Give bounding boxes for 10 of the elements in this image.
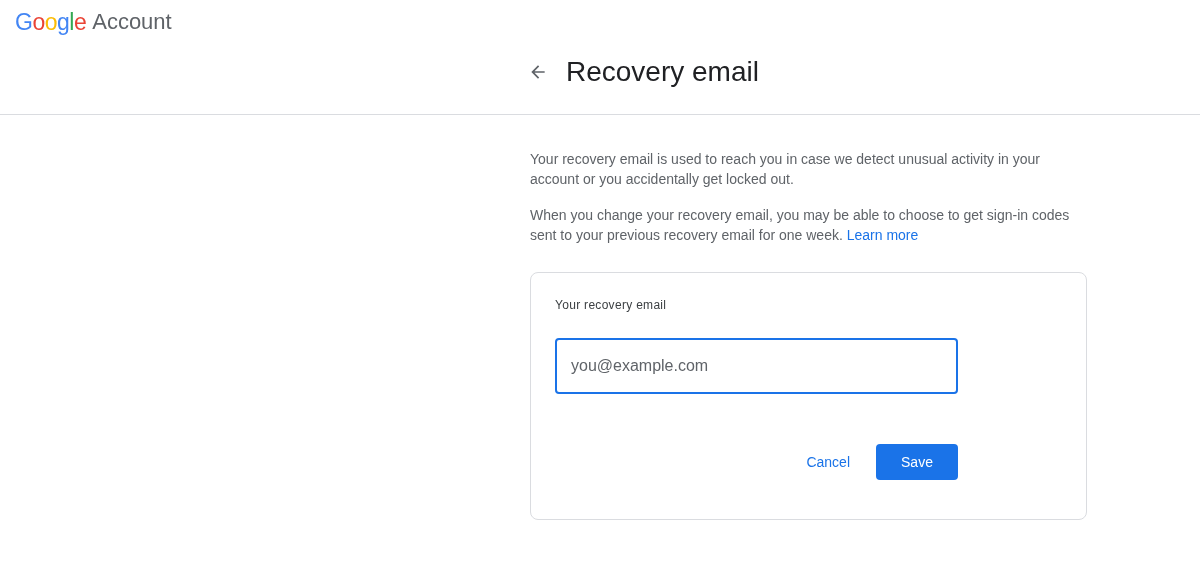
description-text: Your recovery email is used to reach you in case we detect unusual activity in your account or you accidentally get locked out. (530, 150, 1041, 189)
save-button[interactable]: Save (876, 444, 958, 480)
learn-more-link[interactable]: Learn more (846, 227, 919, 243)
description-text: When you change your recovery email, you may be able to choose to get sign-in codes sent to your previous recovery email for one week. Learn more (530, 206, 1071, 245)
email-input-field[interactable]: you@example.com (555, 338, 958, 394)
google-logo[interactable]: Google (15, 10, 87, 34)
product-name: Account (92, 11, 172, 33)
page-title: Recovery email (566, 58, 759, 86)
field-label: Your recovery email (555, 297, 668, 314)
cancel-button[interactable]: Cancel (798, 444, 858, 480)
